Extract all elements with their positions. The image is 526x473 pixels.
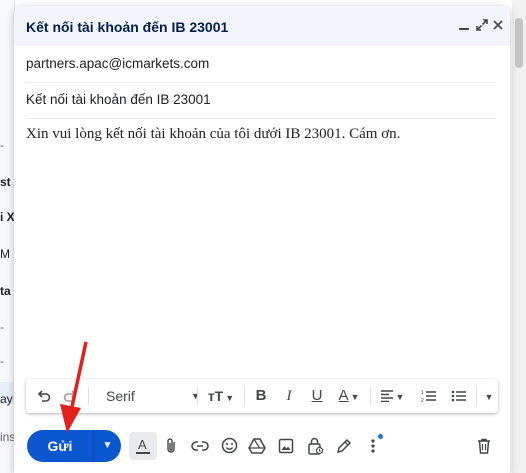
send-options-chevron-icon[interactable]: ▼ — [94, 430, 121, 462]
compose-title: Kết nối tài khoản đến IB 23001 — [26, 19, 229, 35]
minimize-icon[interactable] — [455, 17, 473, 35]
compose-header[interactable]: Kết nối tài khoản đến IB 23001 — [14, 6, 510, 46]
dropdown-caret-icon: ▼ — [191, 391, 200, 401]
background-fragment: st — [0, 175, 11, 189]
compose-window: Kết nối tài khoản đến IB 23001 partners.… — [14, 6, 510, 473]
close-icon[interactable] — [489, 17, 507, 35]
toolbar-divider — [370, 387, 371, 405]
formatting-options-icon[interactable]: A — [129, 432, 157, 460]
background-fragment: ta — [0, 284, 11, 298]
svg-text:A: A — [138, 437, 147, 452]
notification-dot — [378, 434, 383, 439]
background-fragment: i X — [0, 210, 15, 224]
message-body[interactable]: Xin vui lòng kết nối tài khoản của tôi d… — [26, 126, 496, 143]
toolbar-divider — [476, 387, 477, 405]
text-color-icon: A — [338, 387, 349, 404]
to-field[interactable]: partners.apac@icmarkets.com — [26, 46, 496, 83]
insert-photo-icon[interactable] — [272, 432, 300, 460]
send-button[interactable]: Gửi — [27, 430, 93, 462]
toolbar-divider — [88, 387, 89, 405]
background-fragment: M — [0, 247, 10, 261]
background-fragment: - — [0, 354, 4, 368]
svg-text:2: 2 — [421, 398, 424, 403]
emoji-icon[interactable] — [215, 432, 243, 460]
bold-button[interactable]: B — [248, 379, 274, 413]
to-recipient: partners.apac@icmarkets.com — [26, 56, 210, 71]
subject-value: Kết nối tài khoản đến IB 23001 — [26, 92, 211, 107]
text-color-button[interactable]: A ▼ — [332, 379, 366, 413]
underline-button[interactable]: U — [304, 379, 330, 413]
background-fragment: ay — [0, 392, 13, 406]
font-family-label: Serif — [106, 388, 135, 404]
discard-draft-icon[interactable] — [470, 432, 498, 460]
subject-field[interactable]: Kết nối tài khoản đến IB 23001 — [26, 82, 496, 119]
font-family-select[interactable]: Serif ▼ — [92, 379, 206, 413]
undo-icon[interactable] — [32, 379, 56, 413]
bulleted-list-icon[interactable] — [446, 379, 472, 413]
svg-text:1: 1 — [421, 390, 424, 396]
google-drive-icon[interactable] — [243, 432, 271, 460]
more-formatting-icon[interactable]: ▼ — [480, 379, 496, 413]
background-fragment: - — [0, 320, 4, 334]
formatting-toolbar: Serif ▼ тT ▼ B I U A ▼ ▼ 12 ▼ — [26, 379, 498, 413]
toolbar-divider — [197, 387, 198, 405]
toolbar-divider — [244, 387, 245, 405]
dropdown-caret-icon: ▼ — [395, 392, 405, 402]
font-size-icon: тT — [207, 388, 224, 404]
align-button[interactable]: ▼ — [374, 379, 410, 413]
dropdown-caret-icon: ▼ — [225, 393, 235, 403]
background-fragment: - — [0, 138, 4, 152]
attach-file-icon[interactable] — [157, 432, 185, 460]
signature-pen-icon[interactable] — [330, 432, 358, 460]
scrollbar-thumb[interactable] — [515, 18, 523, 68]
confidential-mode-icon[interactable] — [301, 432, 329, 460]
page-scrollbar[interactable] — [512, 0, 526, 473]
insert-link-icon[interactable] — [186, 432, 214, 460]
italic-button[interactable]: I — [276, 379, 302, 413]
font-size-button[interactable]: тT ▼ — [202, 379, 240, 413]
numbered-list-icon[interactable]: 12 — [416, 379, 442, 413]
redo-icon[interactable] — [58, 379, 82, 413]
dropdown-caret-icon: ▼ — [350, 392, 360, 402]
send-button-group: Gửi ▼ — [27, 430, 121, 462]
